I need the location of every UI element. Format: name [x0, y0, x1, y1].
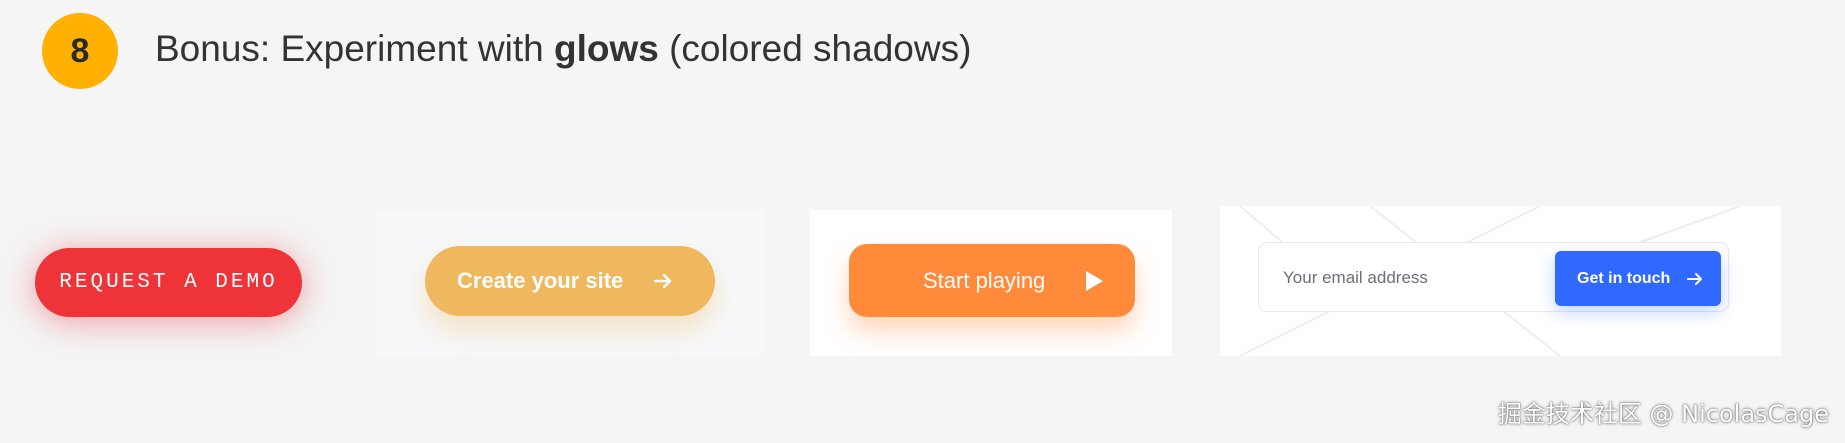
get-in-touch-label: Get in touch [1577, 269, 1671, 287]
arrow-right-icon [1687, 272, 1702, 285]
start-playing-label: Start playing [923, 267, 1046, 293]
step-number: 8 [70, 31, 90, 70]
title-bold: glows [553, 28, 659, 69]
start-playing-button[interactable]: Start playing [849, 244, 1135, 317]
arrow-right-icon [653, 273, 672, 289]
email-input[interactable] [1281, 243, 1545, 313]
play-icon [1086, 270, 1103, 291]
step-number-badge: 8 [42, 13, 118, 89]
title-suffix: (colored shadows) [658, 28, 972, 69]
page-title: Bonus: Experiment with glows (colored sh… [155, 28, 971, 70]
watermark: 掘金技术社区 @ NicolasCage [1497, 400, 1829, 428]
get-in-touch-button[interactable]: Get in touch [1555, 251, 1721, 306]
create-site-button[interactable]: Create your site [425, 246, 715, 316]
create-site-label: Create your site [457, 268, 624, 293]
title-prefix: Bonus: Experiment with [155, 28, 554, 69]
request-demo-label: REQUEST A DEMO [59, 271, 278, 294]
request-demo-button[interactable]: REQUEST A DEMO [35, 248, 302, 317]
